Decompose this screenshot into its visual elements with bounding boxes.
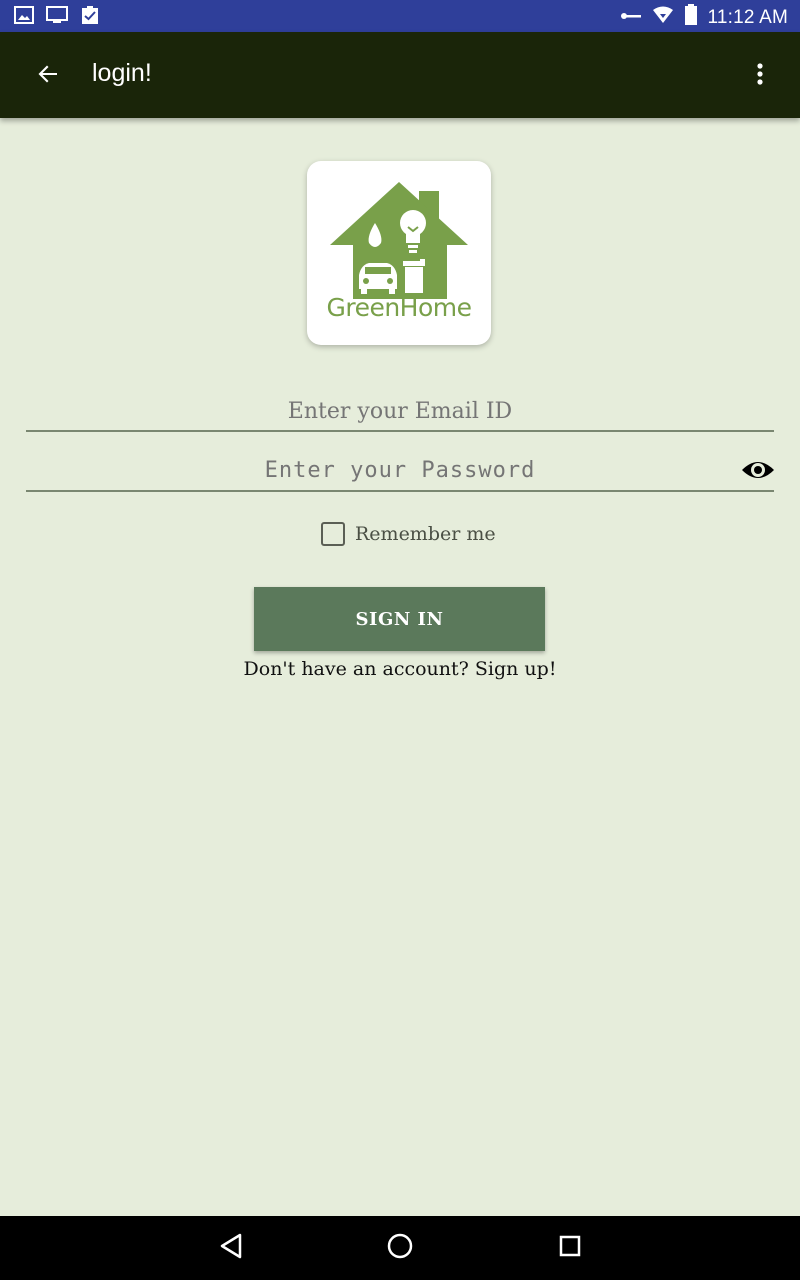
password-input[interactable] bbox=[26, 450, 774, 490]
recents-square-icon bbox=[558, 1234, 582, 1263]
email-input[interactable] bbox=[26, 392, 774, 430]
home-circle-icon bbox=[386, 1232, 414, 1265]
clipboard-check-icon bbox=[80, 5, 100, 30]
remember-me-checkbox[interactable]: Remember me bbox=[321, 522, 496, 546]
more-vert-icon bbox=[756, 62, 764, 91]
checkbox-icon[interactable] bbox=[321, 522, 345, 546]
eye-icon[interactable] bbox=[740, 458, 776, 482]
wifi-icon bbox=[652, 6, 674, 29]
overflow-menu-button[interactable] bbox=[746, 56, 774, 96]
key-icon bbox=[620, 9, 642, 27]
app-logo: GreenHome bbox=[307, 161, 491, 345]
nav-back-button[interactable] bbox=[215, 1232, 247, 1264]
password-field-container bbox=[26, 450, 774, 492]
monitor-icon bbox=[46, 5, 68, 30]
page-title: login! bbox=[92, 59, 152, 87]
email-field-container bbox=[26, 392, 774, 432]
nav-recents-button[interactable] bbox=[554, 1232, 586, 1264]
system-nav-bar bbox=[0, 1216, 800, 1280]
nav-home-button[interactable] bbox=[384, 1232, 416, 1264]
battery-icon bbox=[684, 4, 698, 31]
image-icon bbox=[14, 5, 34, 30]
sign-in-button[interactable]: SIGN IN bbox=[254, 587, 545, 651]
back-triangle-icon bbox=[218, 1232, 244, 1265]
logo-text: GreenHome bbox=[326, 293, 472, 322]
app-bar: login! bbox=[0, 32, 800, 118]
status-time: 11:12 AM bbox=[707, 6, 788, 28]
arrow-left-icon bbox=[36, 62, 60, 91]
back-button[interactable] bbox=[30, 58, 66, 94]
status-bar: 11:12 AM bbox=[0, 0, 800, 32]
sign-up-link[interactable]: Don't have an account? Sign up! bbox=[0, 658, 800, 680]
remember-me-label: Remember me bbox=[355, 523, 496, 545]
